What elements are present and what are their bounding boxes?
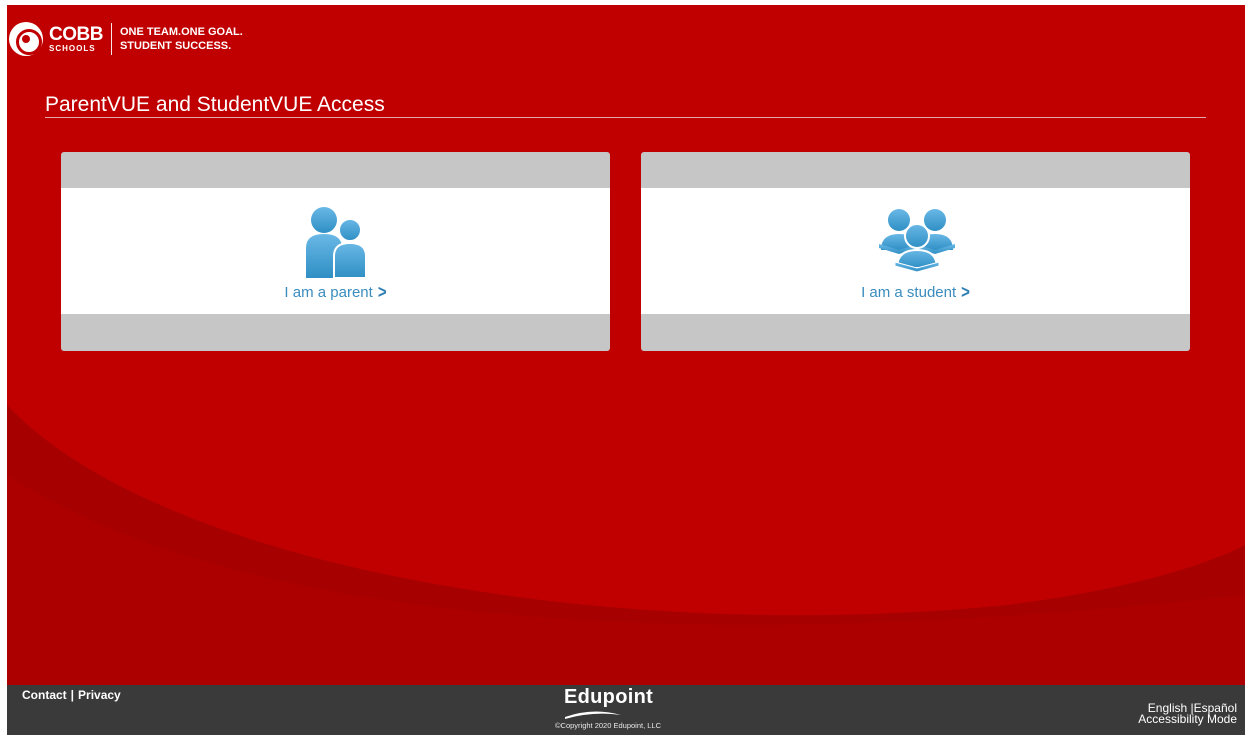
page-frame: COBB SCHOOLS ONE TEAM.ONE GOAL. STUDENT … bbox=[7, 5, 1245, 735]
logo-brand-name: COBB bbox=[49, 24, 103, 45]
chevron-right-icon: > bbox=[377, 282, 387, 303]
logo-divider bbox=[110, 23, 112, 55]
edupoint-swoosh-icon bbox=[565, 711, 621, 719]
student-link-label: I am a student bbox=[861, 284, 957, 301]
tagline-line-1: ONE TEAM.ONE GOAL. bbox=[119, 26, 243, 38]
cobb-logo-icon bbox=[9, 22, 43, 56]
parent-card-link[interactable]: I am a parent > bbox=[61, 188, 610, 314]
logo-wordmark: COBB SCHOOLS bbox=[49, 25, 103, 53]
parent-link-label: I am a parent bbox=[284, 284, 373, 301]
footer-options: English |Español Accessibility Mode bbox=[1138, 702, 1237, 726]
chevron-right-icon: > bbox=[961, 282, 970, 303]
logo-brand-sub: SCHOOLS bbox=[49, 44, 96, 53]
copyright-text: ©Copyright 2020 Edupoint, LLC bbox=[555, 721, 662, 730]
parent-card: I am a parent > bbox=[61, 152, 610, 351]
parent-link[interactable]: I am a parent > bbox=[284, 282, 387, 303]
footer: Contact | Privacy Edupoint ©Copyright 20… bbox=[7, 685, 1245, 735]
footer-separator: | bbox=[70, 688, 75, 702]
page-title: ParentVUE and StudentVUE Access bbox=[45, 93, 385, 116]
student-card-link[interactable]: I am a student > bbox=[641, 188, 1190, 314]
student-link[interactable]: I am a student > bbox=[861, 282, 970, 303]
cobb-schools-logo[interactable]: COBB SCHOOLS ONE TEAM.ONE GOAL. STUDENT … bbox=[9, 21, 243, 57]
parent-icon bbox=[305, 207, 367, 278]
privacy-link[interactable]: Privacy bbox=[78, 688, 121, 702]
logo-tagline: ONE TEAM.ONE GOAL. STUDENT SUCCESS. bbox=[120, 25, 243, 53]
students-icon bbox=[878, 209, 955, 273]
title-divider bbox=[45, 117, 1206, 118]
tagline-line-2: STUDENT SUCCESS. bbox=[119, 40, 232, 52]
accessibility-mode-link[interactable]: Accessibility Mode bbox=[1138, 712, 1237, 726]
footer-links: Contact | Privacy bbox=[22, 688, 121, 702]
contact-link[interactable]: Contact bbox=[22, 688, 67, 702]
student-card: I am a student > bbox=[641, 152, 1190, 351]
edupoint-logo[interactable]: Edupoint bbox=[564, 686, 653, 709]
